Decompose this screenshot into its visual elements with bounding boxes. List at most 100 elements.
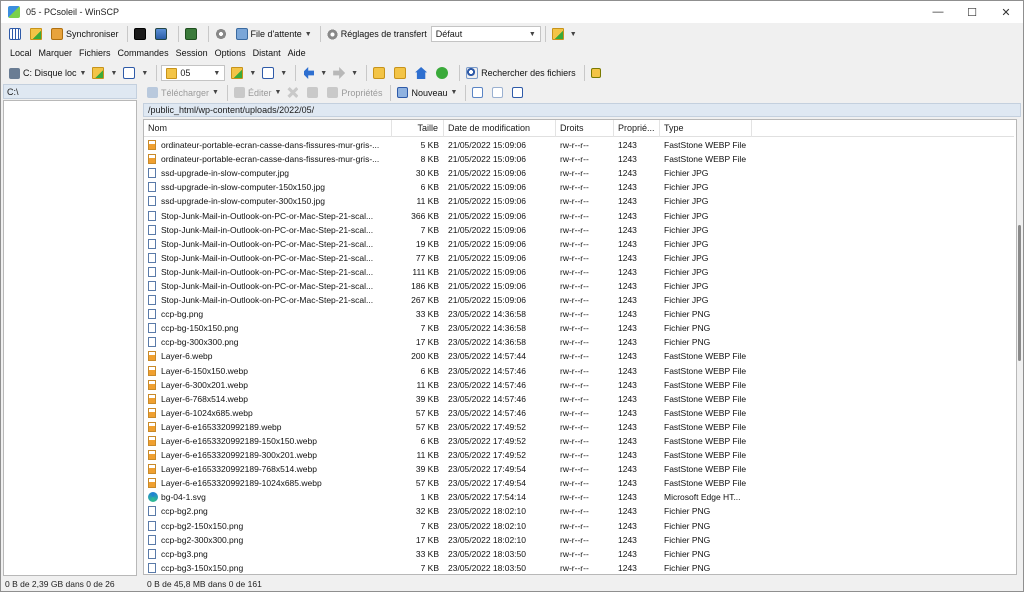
- unselect-files-button[interactable]: [490, 84, 508, 102]
- menu-commands[interactable]: Commandes: [115, 48, 173, 58]
- synchronize-icon: [51, 28, 63, 40]
- chevron-down-icon: ▼: [79, 69, 87, 77]
- column-type[interactable]: Type: [660, 120, 752, 137]
- queue-button[interactable]: File d'attente ▼: [234, 25, 314, 43]
- menu-files[interactable]: Fichiers: [76, 48, 115, 58]
- properties-button[interactable]: Propriétés: [325, 84, 384, 102]
- refresh-button[interactable]: [434, 64, 453, 82]
- table-row[interactable]: Stop-Junk-Mail-in-Outlook-on-PC-or-Mac-S…: [144, 279, 1014, 293]
- scrollbar-thumb[interactable]: [1018, 225, 1021, 361]
- vertical-scrollbar[interactable]: [1017, 119, 1023, 575]
- file-name-cell: ccp-bg2-150x150.png: [144, 520, 392, 531]
- table-row[interactable]: Layer-6-150x150.webp 6 KB 23/05/2022 14:57…: [144, 364, 1014, 378]
- table-row[interactable]: ccp-bg3-150x150.png 7 KB 23/05/2022 18:03:…: [144, 561, 1014, 574]
- compare-directories-button[interactable]: [28, 25, 47, 43]
- session-tabs-button[interactable]: ▼: [550, 25, 579, 43]
- transfer-settings-select[interactable]: Défaut ▼: [430, 26, 541, 42]
- select-files-button[interactable]: [470, 84, 488, 102]
- file-type: Fichier PNG: [664, 323, 711, 334]
- new-button[interactable]: Nouveau ▼: [395, 84, 459, 102]
- preferences-button[interactable]: [213, 25, 232, 43]
- table-row[interactable]: ccp-bg3.png 33 KB 23/05/2022 18:03:50 rw-r-…: [144, 547, 1014, 561]
- table-row[interactable]: Stop-Junk-Mail-in-Outlook-on-PC-or-Mac-S…: [144, 251, 1014, 265]
- console-button[interactable]: [183, 25, 202, 43]
- tree-view-button[interactable]: [589, 64, 606, 82]
- table-row[interactable]: Stop-Junk-Mail-in-Outlook-on-PC-or-Mac-S…: [144, 208, 1014, 222]
- open-terminal-button[interactable]: [132, 25, 151, 43]
- back-button[interactable]: ▼: [300, 64, 329, 82]
- column-owner[interactable]: Proprié...: [614, 120, 660, 137]
- forward-button[interactable]: ▼: [331, 64, 360, 82]
- file-owner: 1243: [618, 252, 637, 263]
- table-row[interactable]: ccp-bg2.png 32 KB 23/05/2022 18:02:10 rw-r-…: [144, 504, 1014, 518]
- commander-view-button[interactable]: [7, 25, 26, 43]
- local-open-folder-button[interactable]: ▼: [90, 64, 119, 82]
- column-name[interactable]: Nom: [144, 120, 392, 137]
- table-row[interactable]: ordinateur-portable-ecran-casse-dans-fis…: [144, 152, 1014, 166]
- transfer-settings-button[interactable]: Réglages de transfert: [325, 25, 429, 43]
- synchronize-button[interactable]: Synchroniser: [49, 25, 121, 43]
- edit-button[interactable]: Éditer ▼: [232, 84, 283, 102]
- table-row[interactable]: ccp-bg.png 33 KB 23/05/2022 14:36:58 rw-r--…: [144, 307, 1014, 321]
- table-row[interactable]: Stop-Junk-Mail-in-Outlook-on-PC-or-Mac-S…: [144, 265, 1014, 279]
- table-row[interactable]: Layer-6-e1653320992189-150x150.webp 6 KB 2…: [144, 434, 1014, 448]
- remote-file-panel[interactable]: Nom Taille Date de modification Droits P…: [143, 119, 1017, 575]
- close-button[interactable]: ✕: [989, 1, 1023, 23]
- column-rights[interactable]: Droits: [556, 120, 614, 137]
- table-row[interactable]: Layer-6-300x201.webp 11 KB 23/05/2022 14:5…: [144, 378, 1014, 392]
- file-name: Layer-6-150x150.webp: [161, 365, 248, 376]
- gear-icon: [214, 28, 227, 40]
- table-row[interactable]: ssd-upgrade-in-slow-computer.jpg 30 KB 21/…: [144, 166, 1014, 180]
- table-row[interactable]: Layer-6.webp 200 KB 23/05/2022 14:57:44 rw-…: [144, 349, 1014, 363]
- table-row[interactable]: Stop-Junk-Mail-in-Outlook-on-PC-or-Mac-S…: [144, 293, 1014, 307]
- table-row[interactable]: ccp-bg2-150x150.png 7 KB 23/05/2022 18:02:…: [144, 519, 1014, 533]
- root-directory-button[interactable]: [392, 64, 411, 82]
- filter-files-button[interactable]: [510, 84, 528, 102]
- find-files-button[interactable]: Rechercher des fichiers: [464, 64, 578, 82]
- minimize-button[interactable]: —: [921, 1, 955, 23]
- table-row[interactable]: bg-04-1.svg 1 KB 23/05/2022 17:54:14 rw-r--…: [144, 490, 1014, 504]
- table-row[interactable]: Layer-6-e1653320992189.webp 57 KB 23/05/20…: [144, 420, 1014, 434]
- remote-folder-select[interactable]: 05 ▼: [161, 65, 226, 81]
- column-size[interactable]: Taille: [392, 120, 444, 137]
- remote-filter-button[interactable]: ▼: [260, 64, 289, 82]
- table-row[interactable]: ssd-upgrade-in-slow-computer-150x150.jpg…: [144, 180, 1014, 194]
- remote-open-folder-button[interactable]: ▼: [229, 64, 258, 82]
- menu-session[interactable]: Session: [173, 48, 212, 58]
- local-filter-button[interactable]: ▼: [121, 64, 150, 82]
- table-row[interactable]: ccp-bg2-300x300.png 17 KB 23/05/2022 18:02…: [144, 533, 1014, 547]
- table-row[interactable]: Layer-6-e1653320992189-1024x685.webp 57 K…: [144, 476, 1014, 490]
- table-row[interactable]: ccp-bg-150x150.png 7 KB 23/05/2022 14:36:5…: [144, 321, 1014, 335]
- table-row[interactable]: Layer-6-e1653320992189-300x201.webp 11 KB…: [144, 448, 1014, 462]
- file-name: ssd-upgrade-in-slow-computer-300x150.jpg: [161, 196, 325, 207]
- file-date: 21/05/2022 15:09:06: [448, 168, 526, 179]
- session-icon: [551, 28, 564, 40]
- table-row[interactable]: ssd-upgrade-in-slow-computer-300x150.jpg…: [144, 194, 1014, 208]
- download-button[interactable]: Télécharger ▼: [145, 84, 221, 102]
- local-drive-select[interactable]: C: Disque loc ▼: [7, 64, 88, 82]
- table-row[interactable]: Stop-Junk-Mail-in-Outlook-on-PC-or-Mac-S…: [144, 223, 1014, 237]
- table-row[interactable]: ccp-bg-300x300.png 17 KB 23/05/2022 14:36:…: [144, 335, 1014, 349]
- menu-local[interactable]: Local: [7, 48, 36, 58]
- parent-directory-button[interactable]: [371, 64, 390, 82]
- open-putty-button[interactable]: [153, 25, 172, 43]
- maximize-button[interactable]: ☐: [955, 1, 989, 23]
- rename-button[interactable]: [305, 84, 323, 102]
- delete-button[interactable]: [285, 84, 303, 102]
- menu-mark[interactable]: Marquer: [36, 48, 77, 58]
- file-name: Layer-6-e1653320992189-300x201.webp: [161, 450, 317, 461]
- menu-remote[interactable]: Distant: [250, 48, 285, 58]
- table-row[interactable]: Layer-6-e1653320992189-768x514.webp 39 KB…: [144, 462, 1014, 476]
- menu-options[interactable]: Options: [212, 48, 250, 58]
- webp-file-icon: [148, 464, 156, 475]
- home-directory-button[interactable]: [413, 64, 432, 82]
- column-date[interactable]: Date de modification: [444, 120, 556, 137]
- table-row[interactable]: Layer-6-1024x685.webp 57 KB 23/05/2022 14:…: [144, 406, 1014, 420]
- webp-file-icon: [148, 154, 156, 165]
- table-row[interactable]: ordinateur-portable-ecran-casse-dans-fis…: [144, 138, 1014, 152]
- local-file-panel[interactable]: [3, 100, 137, 576]
- table-row[interactable]: Layer-6-768x514.webp 39 KB 23/05/2022 14:5…: [144, 392, 1014, 406]
- menu-help[interactable]: Aide: [285, 48, 310, 58]
- file-owner: 1243: [618, 562, 637, 573]
- table-row[interactable]: Stop-Junk-Mail-in-Outlook-on-PC-or-Mac-S…: [144, 237, 1014, 251]
